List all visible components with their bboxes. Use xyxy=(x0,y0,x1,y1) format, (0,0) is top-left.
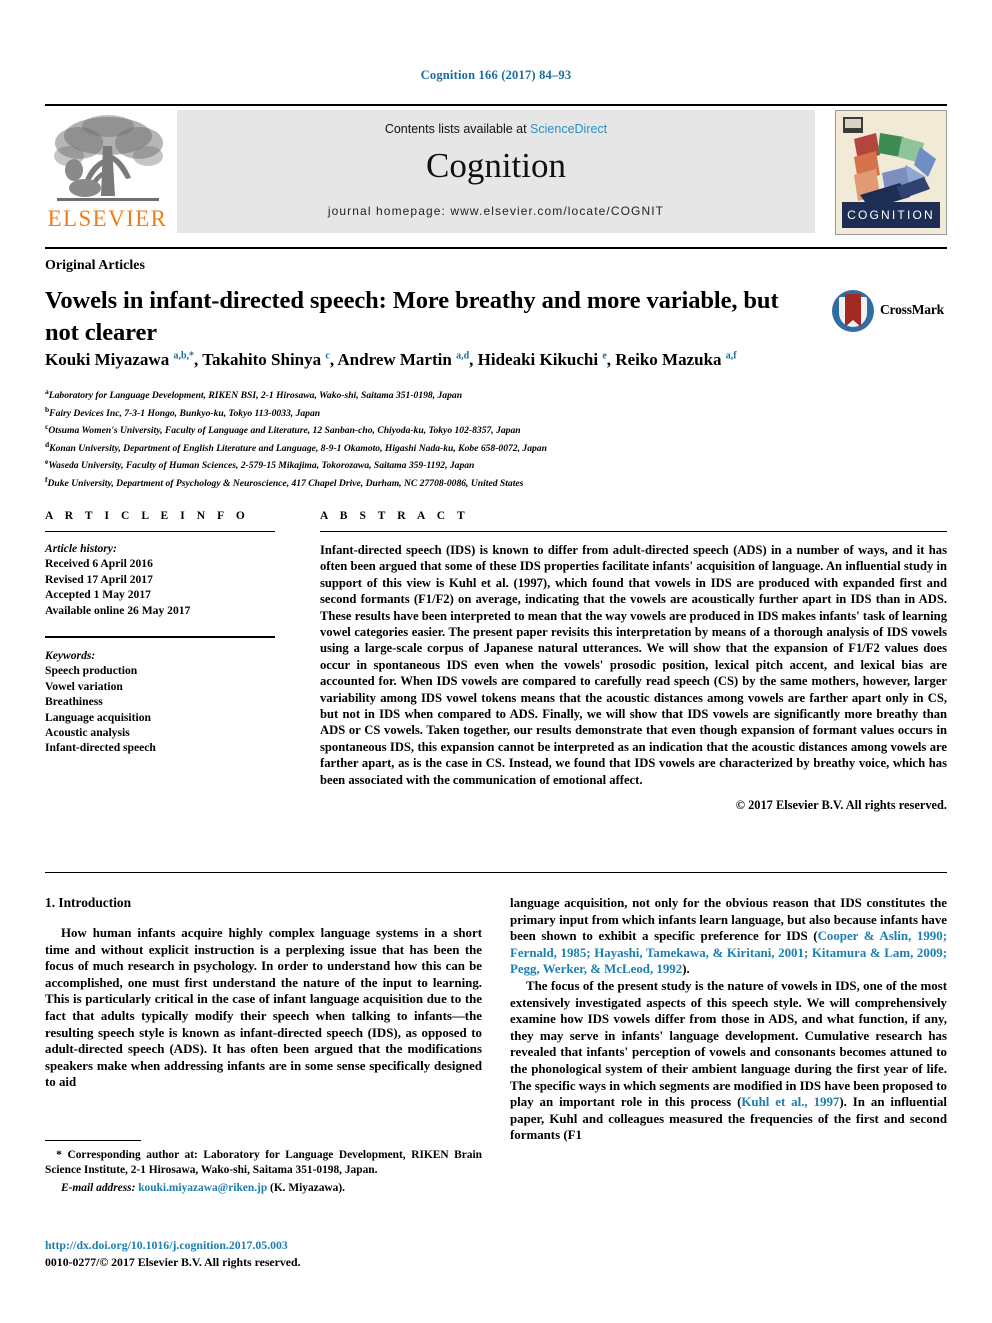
elsevier-wordmark: ELSEVIER xyxy=(47,206,168,231)
affiliation-text: Waseda University, Faculty of Human Scie… xyxy=(48,460,475,472)
abstract-copyright: © 2017 Elsevier B.V. All rights reserved… xyxy=(735,798,947,813)
body-top-rule xyxy=(45,872,947,873)
affiliation-item: dKonan University, Department of English… xyxy=(45,438,865,456)
journal-homepage-line[interactable]: journal homepage: www.elsevier.com/locat… xyxy=(177,204,815,218)
crossmark-ribbon-icon xyxy=(845,294,861,327)
masthead-center-panel: Contents lists available at ScienceDirec… xyxy=(177,110,815,233)
article-category: Original Articles xyxy=(45,258,145,273)
introduction-paragraph-right-1: language acquisition, not only for the o… xyxy=(510,895,947,978)
affiliation-text: Otsuma Women's University, Faculty of La… xyxy=(48,425,521,437)
imprint-block: http://dx.doi.org/10.1016/j.cognition.20… xyxy=(45,1238,482,1270)
affiliation-text: Konan University, Department of English … xyxy=(49,442,547,454)
journal-masthead: ELSEVIER Contents lists available at Sci… xyxy=(45,104,947,238)
corresponding-marker: * xyxy=(56,1149,62,1161)
article-history-item: Revised 17 April 2017 xyxy=(45,572,153,586)
journal-cover-thumbnail[interactable]: COGNITION xyxy=(835,110,947,235)
contents-lists-line: Contents lists available at ScienceDirec… xyxy=(177,122,815,136)
contents-lists-prefix: Contents lists available at xyxy=(384,122,531,136)
elsevier-tree-icon xyxy=(54,115,163,201)
intro-r2-citation[interactable]: Kuhl et al., 1997 xyxy=(741,1095,839,1109)
affiliation-text: Duke University, Department of Psycholog… xyxy=(47,478,524,490)
affiliation-text: Laboratory for Language Development, RIK… xyxy=(48,390,463,402)
affiliation-item: eWaseda University, Faculty of Human Sci… xyxy=(45,455,865,473)
article-history-items: Received 6 April 2016 Revised 17 April 20… xyxy=(45,556,275,618)
article-info-rule xyxy=(45,531,275,532)
abstract-column: A B S T R A C T Infant-directed speech (… xyxy=(320,510,947,813)
intro-r1-after: ). xyxy=(682,962,690,977)
masthead-top-rule xyxy=(45,104,947,106)
author-list: Kouki Miyazawa a,b,*, Takahito Shinya c,… xyxy=(45,350,737,369)
keywords-items: Speech production Vowel variation Breathin… xyxy=(45,663,275,755)
article-history-label: Article history: xyxy=(45,542,117,555)
email-label: E-mail address: xyxy=(61,1182,136,1195)
article-history-item: Received 6 April 2016 xyxy=(45,557,153,571)
article-info-heading: A R T I C L E I N F O xyxy=(45,510,250,522)
keyword-item: Breathiness xyxy=(45,695,103,709)
article-history-item: Available online 26 May 2017 xyxy=(45,603,191,617)
keywords-block: Keywords: Speech production Vowel variati… xyxy=(45,648,275,756)
abstract-heading: A B S T R A C T xyxy=(320,510,470,522)
affiliation-item: cOtsuma Women's University, Faculty of L… xyxy=(45,420,865,438)
introduction-heading: 1. Introduction xyxy=(45,895,132,910)
article-info-column: A R T I C L E I N F O Article history: R… xyxy=(45,510,275,756)
keyword-item: Language acquisition xyxy=(45,710,151,724)
running-head: Cognition 166 (2017) 84–93 xyxy=(420,68,572,82)
keywords-label: Keywords: xyxy=(45,649,96,663)
sciencedirect-link[interactable]: ScienceDirect xyxy=(530,122,607,136)
article-title: Vowels in infant-directed speech: More b… xyxy=(45,287,779,346)
email-suffix: (K. Miyazawa). xyxy=(270,1182,345,1195)
affiliation-item: fDuke University, Department of Psycholo… xyxy=(45,473,865,491)
body-column-right: language acquisition, not only for the o… xyxy=(510,895,947,1144)
affiliation-list: aLaboratory for Language Development, RI… xyxy=(45,385,865,491)
body-column-left: 1. Introduction How human infants acquir… xyxy=(45,895,482,1091)
abstract-text: Infant-directed speech (IDS) is known to… xyxy=(320,543,947,787)
doi-link[interactable]: http://dx.doi.org/10.1016/j.cognition.20… xyxy=(45,1238,482,1253)
affiliation-item: aLaboratory for Language Development, RI… xyxy=(45,385,865,403)
article-history-block: Article history: Received 6 April 2016 Re… xyxy=(45,541,275,618)
journal-article-page: Cognition 166 (2017) 84–93 ELSEVIER Cont… xyxy=(0,0,992,1323)
email-link[interactable]: kouki.miyazawa@riken.jp xyxy=(138,1182,267,1194)
intro-r2-before: The focus of the present study is the na… xyxy=(510,978,947,1110)
introduction-paragraph-left: How human infants acquire highly complex… xyxy=(45,926,482,1090)
footnote-rule xyxy=(45,1140,141,1141)
introduction-paragraph-right-2: The focus of the present study is the na… xyxy=(510,978,947,1144)
masthead-bottom-rule xyxy=(45,247,947,249)
abstract-rule xyxy=(320,531,947,532)
keyword-item: Speech production xyxy=(45,664,138,678)
email-note: E-mail address: kouki.miyazawa@riken.jp … xyxy=(45,1181,482,1196)
journal-title: Cognition xyxy=(425,146,567,185)
cover-title-band: COGNITION xyxy=(842,202,940,228)
affiliation-text: Fairy Devices Inc, 7-3-1 Hongo, Bunkyo-k… xyxy=(49,407,321,419)
affiliation-item: bFairy Devices Inc, 7-3-1 Hongo, Bunkyo-… xyxy=(45,403,865,421)
crossmark-badge[interactable]: CrossMark xyxy=(832,288,944,334)
elsevier-logo: ELSEVIER xyxy=(45,110,170,238)
keyword-item: Infant-directed speech xyxy=(45,741,156,755)
corresponding-author-note: * Corresponding author at: Laboratory fo… xyxy=(45,1148,482,1177)
keyword-item: Acoustic analysis xyxy=(45,726,130,740)
issn-copyright-line: 0010-0277/© 2017 Elsevier B.V. All right… xyxy=(45,1255,301,1269)
crossmark-label: CrossMark xyxy=(880,302,944,317)
keyword-item: Vowel variation xyxy=(45,679,123,693)
footnote-block: * Corresponding author at: Laboratory fo… xyxy=(45,1140,482,1196)
keywords-rule xyxy=(45,636,275,639)
article-history-item: Accepted 1 May 2017 xyxy=(45,588,151,602)
corresponding-text: Corresponding author at: Laboratory for … xyxy=(45,1149,483,1176)
